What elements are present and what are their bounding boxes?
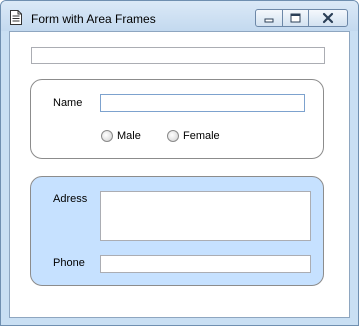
- app-window: Form with Area Frames Name Male Female A…: [0, 0, 359, 326]
- male-label: Male: [117, 130, 141, 142]
- adress-label: Adress: [53, 193, 88, 205]
- name-field[interactable]: [100, 94, 305, 112]
- maximize-button[interactable]: [282, 9, 309, 27]
- document-icon: [10, 10, 22, 25]
- top-text-field[interactable]: [31, 47, 325, 64]
- minimize-button[interactable]: [255, 9, 283, 27]
- female-radio[interactable]: [167, 130, 179, 142]
- phone-label: Phone: [53, 257, 85, 269]
- title-bar[interactable]: Form with Area Frames: [1, 1, 358, 31]
- male-radio[interactable]: [101, 130, 113, 142]
- close-button[interactable]: [308, 9, 348, 27]
- close-icon: [322, 12, 334, 24]
- window-title: Form with Area Frames: [31, 12, 156, 26]
- contact-area-frame: Adress Phone: [30, 176, 324, 286]
- name-label: Name: [53, 97, 83, 109]
- phone-field[interactable]: [100, 255, 311, 273]
- form-client-area: Name Male Female Adress Phone: [9, 31, 350, 318]
- female-label: Female: [183, 130, 220, 142]
- adress-field[interactable]: [100, 191, 311, 241]
- personal-area-frame: Name Male Female: [30, 79, 324, 159]
- minimize-icon: [264, 18, 274, 23]
- maximize-icon: [290, 13, 301, 23]
